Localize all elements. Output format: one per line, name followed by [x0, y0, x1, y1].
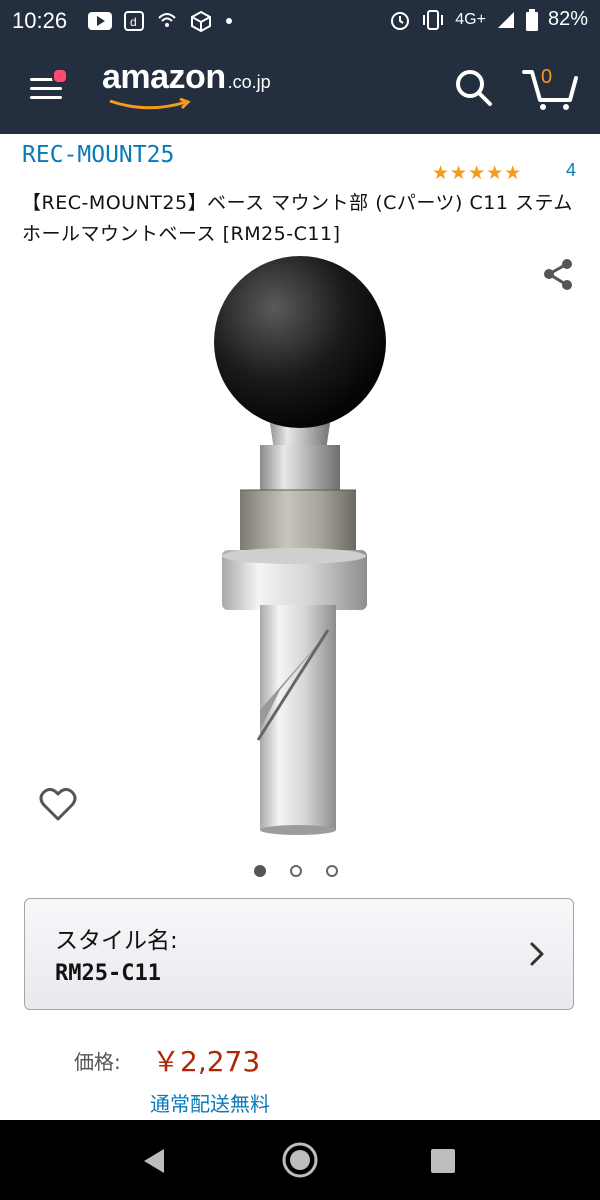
chevron-right-icon: [530, 942, 544, 966]
carousel-dot[interactable]: [254, 865, 266, 877]
share-icon: [544, 259, 572, 290]
app-header: amazon .co.jp 0: [0, 42, 600, 134]
star-rating-icon: ★★★★★: [432, 162, 523, 184]
recent-apps-icon[interactable]: [430, 1148, 456, 1174]
style-value: RM25-C11: [55, 961, 161, 986]
product-image[interactable]: [200, 250, 400, 840]
status-bar: 10:26 d 4G+ 82%: [0, 0, 600, 42]
d-app-icon: d: [124, 11, 144, 31]
wishlist-button[interactable]: [38, 784, 78, 824]
rating-count: 4: [566, 160, 577, 180]
status-time: 10:26: [12, 8, 68, 33]
dot-icon: [226, 18, 232, 24]
logo-tld: .co.jp: [227, 72, 271, 92]
smile-icon: [109, 98, 191, 110]
cart-count: 0: [541, 66, 553, 88]
product-title: 【REC-MOUNT25】ベース マウント部 (Cパーツ) C11 ステムホール…: [22, 192, 573, 245]
search-button[interactable]: [452, 66, 496, 110]
wifi-calling-icon: [158, 13, 176, 27]
menu-button[interactable]: [26, 68, 68, 108]
system-nav-bar: [0, 1120, 600, 1200]
battery-icon: [525, 8, 538, 31]
brand-link[interactable]: REC-MOUNT25: [22, 142, 174, 168]
back-icon[interactable]: [140, 1146, 170, 1176]
logo-text: amazon: [102, 58, 226, 96]
amazon-logo[interactable]: amazon .co.jp: [102, 58, 271, 112]
ar-icon: [191, 10, 211, 32]
home-icon[interactable]: [280, 1140, 320, 1180]
price-value: ￥2,273: [152, 1045, 261, 1078]
style-selector[interactable]: スタイル名: RM25-C11: [24, 898, 574, 1010]
share-button[interactable]: [540, 256, 576, 292]
signal-icon: [497, 11, 514, 28]
style-label: スタイル名:: [55, 928, 178, 954]
svg-text:d: d: [130, 15, 137, 29]
alarm-icon: [391, 11, 410, 30]
heart-icon: [39, 787, 77, 821]
rating[interactable]: ★★★★★ 4: [432, 160, 576, 184]
shipping-link[interactable]: 通常配送無料: [150, 1088, 270, 1117]
vibrate-icon: [423, 9, 444, 30]
battery-level: 82%: [547, 8, 588, 30]
network-type: 4G+: [455, 10, 486, 28]
image-carousel-dots: [254, 865, 338, 877]
carousel-dot[interactable]: [290, 865, 302, 877]
price-label: 価格:: [74, 1050, 121, 1074]
cart-button[interactable]: 0: [520, 64, 580, 112]
carousel-dot[interactable]: [326, 865, 338, 877]
youtube-icon: [88, 12, 112, 30]
notification-dot: [52, 68, 68, 84]
search-icon: [456, 70, 492, 106]
